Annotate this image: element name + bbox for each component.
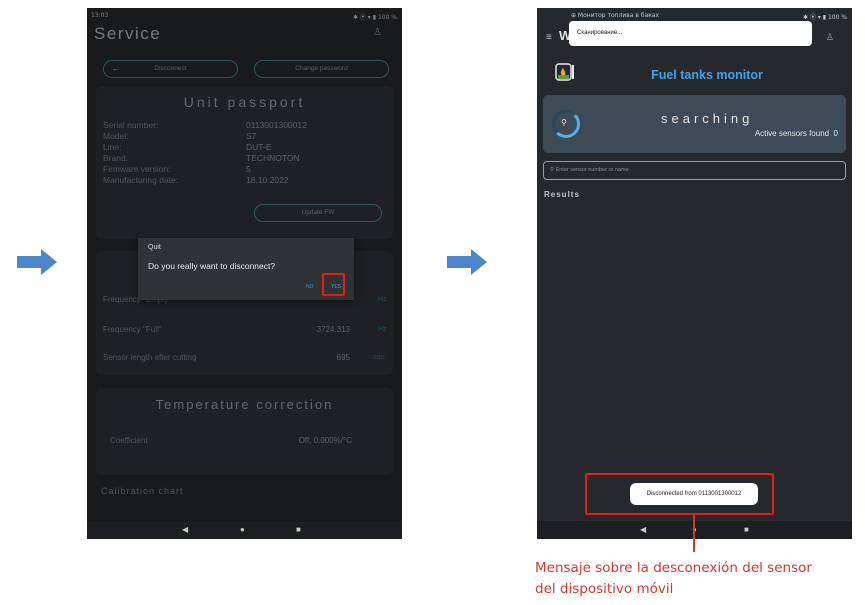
search-icon[interactable]: ⚲ [561, 118, 567, 127]
menu-icon[interactable]: ≡ [546, 32, 552, 43]
found-count: 0 [833, 129, 838, 138]
quit-dialog: Quit Do you really want to disconnect? N… [138, 238, 354, 300]
nav-back-icon[interactable]: ◀ [182, 525, 188, 534]
nav-bar: ◀ ● ■ [87, 521, 402, 539]
sensors-found: Active sensors found 0 [754, 129, 838, 138]
arrow-right-icon [447, 249, 487, 275]
scan-status-card: ⚲ searching Active sensors found 0 [543, 95, 846, 153]
status-icons: ✱ ⦿ ▾ ▮ 100 % [802, 14, 847, 21]
yes-highlight-box [322, 273, 345, 296]
nav-home-icon[interactable]: ● [240, 525, 245, 534]
sensor-search-input[interactable]: ⚲ Enter sensor number or name [543, 161, 846, 180]
arrow-right-icon [17, 249, 57, 275]
status-bar: ⊕ Монитор топлива в баках ✱ ⦿ ▾ ▮ 100 % [537, 8, 852, 22]
caption-line-1: Mensaje sobre la desconexión del sensor [535, 560, 812, 576]
user-icon[interactable]: ♙ [826, 32, 834, 43]
left-phone-screen: 13:03 ✱ ⦿ ▾ ▮ 100 % Service ♙ ← Disconne… [87, 8, 402, 539]
app-title: Fuel tanks monitor [651, 68, 763, 82]
nav-back-icon[interactable]: ◀ [640, 525, 646, 534]
no-button[interactable]: NO [306, 284, 314, 290]
right-phone-screen: ⊕ Монитор топлива в баках ✱ ⦿ ▾ ▮ 100 % … [537, 8, 852, 539]
status-app: ⊕ Монитор топлива в баках [571, 12, 660, 19]
dialog-message: Do you really want to disconnect? [148, 261, 276, 271]
scanning-toast: Сканирование... [569, 21, 812, 46]
snackbar-highlight-box [585, 473, 774, 515]
nav-recent-icon[interactable]: ■ [296, 525, 301, 534]
scan-status-text: searching [661, 111, 754, 126]
results-heading: Results [544, 190, 580, 199]
caption-line-2: del dispositivo móvil [535, 581, 674, 597]
callout-line [693, 515, 695, 552]
dialog-title: Quit [148, 244, 161, 251]
nav-recent-icon[interactable]: ■ [744, 525, 749, 534]
